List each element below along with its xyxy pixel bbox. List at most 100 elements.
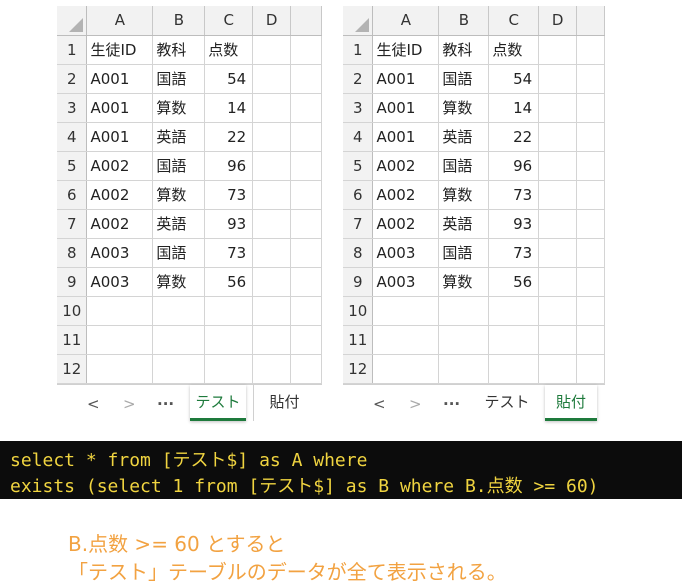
cell[interactable]: 国語 — [438, 238, 490, 268]
cell[interactable]: 56 — [204, 267, 254, 297]
cell[interactable] — [538, 209, 578, 239]
cell[interactable] — [576, 180, 605, 210]
cell[interactable]: A001 — [86, 64, 154, 94]
cell[interactable] — [538, 325, 578, 355]
column-header-d[interactable]: D — [252, 6, 292, 36]
cell[interactable] — [576, 151, 605, 181]
cell[interactable] — [252, 122, 292, 152]
cell[interactable]: 国語 — [152, 64, 206, 94]
cell[interactable]: 点数 — [488, 35, 540, 65]
cell[interactable] — [576, 296, 605, 326]
tab-test[interactable]: テスト — [190, 385, 246, 421]
row-header[interactable]: 4 — [343, 122, 374, 152]
cell[interactable]: 算数 — [438, 180, 490, 210]
row-header[interactable]: 9 — [57, 267, 88, 297]
column-header-a[interactable]: A — [86, 6, 154, 36]
scroll-left-arrow-icon[interactable]: < — [373, 395, 386, 413]
column-header-b[interactable]: B — [438, 6, 490, 36]
column-header-b[interactable]: B — [152, 6, 206, 36]
cell[interactable]: A002 — [372, 151, 440, 181]
row-header[interactable]: 7 — [57, 209, 88, 239]
column-header-c[interactable]: C — [488, 6, 540, 36]
cell[interactable]: 93 — [204, 209, 254, 239]
cell[interactable] — [372, 354, 440, 384]
cell[interactable] — [290, 209, 322, 239]
row-header[interactable]: 3 — [57, 93, 88, 123]
cell[interactable]: 点数 — [204, 35, 254, 65]
select-all-corner[interactable] — [343, 6, 374, 36]
cell[interactable]: 93 — [488, 209, 540, 239]
row-header[interactable]: 1 — [57, 35, 88, 65]
cell[interactable] — [576, 267, 605, 297]
cell[interactable] — [252, 209, 292, 239]
row-header[interactable]: 6 — [343, 180, 374, 210]
cell[interactable] — [204, 325, 254, 355]
cell[interactable]: 算数 — [152, 180, 206, 210]
tab-paste[interactable]: 貼付 — [545, 385, 597, 421]
cell[interactable] — [152, 325, 206, 355]
cell[interactable] — [538, 93, 578, 123]
cell[interactable] — [252, 180, 292, 210]
row-header[interactable]: 4 — [57, 122, 88, 152]
cell[interactable] — [576, 122, 605, 152]
cell[interactable]: 国語 — [152, 151, 206, 181]
cell[interactable]: 73 — [488, 180, 540, 210]
column-header-blank[interactable] — [290, 6, 322, 36]
cell[interactable] — [290, 296, 322, 326]
cell[interactable]: A002 — [86, 151, 154, 181]
cell[interactable] — [252, 267, 292, 297]
cell[interactable]: 算数 — [152, 93, 206, 123]
cell[interactable]: 算数 — [152, 267, 206, 297]
cell[interactable] — [538, 64, 578, 94]
cell[interactable] — [86, 296, 154, 326]
cell[interactable] — [290, 238, 322, 268]
cell[interactable] — [152, 354, 206, 384]
cell[interactable] — [252, 238, 292, 268]
row-header[interactable]: 11 — [57, 325, 88, 355]
cell[interactable] — [538, 267, 578, 297]
tab-paste[interactable]: 貼付 — [253, 385, 315, 421]
cell[interactable]: 22 — [204, 122, 254, 152]
cell[interactable]: 英語 — [438, 209, 490, 239]
cell[interactable] — [488, 325, 540, 355]
cell[interactable]: 生徒ID — [86, 35, 154, 65]
cell[interactable]: 英語 — [438, 122, 490, 152]
cell[interactable] — [290, 93, 322, 123]
cell[interactable]: 国語 — [438, 64, 490, 94]
cell[interactable]: A002 — [372, 209, 440, 239]
cell[interactable] — [438, 354, 490, 384]
select-all-corner[interactable] — [57, 6, 88, 36]
row-header[interactable]: 1 — [343, 35, 374, 65]
cell[interactable] — [290, 64, 322, 94]
cell[interactable] — [252, 35, 292, 65]
row-header[interactable]: 3 — [343, 93, 374, 123]
cell[interactable] — [576, 35, 605, 65]
cell[interactable]: 英語 — [152, 122, 206, 152]
cell[interactable] — [290, 325, 322, 355]
cell[interactable] — [538, 122, 578, 152]
cell[interactable] — [252, 325, 292, 355]
cell[interactable]: A001 — [372, 122, 440, 152]
cell[interactable] — [252, 151, 292, 181]
row-header[interactable]: 5 — [343, 151, 374, 181]
cell[interactable]: A001 — [372, 93, 440, 123]
tab-test[interactable]: テスト — [476, 385, 538, 421]
cell[interactable]: 56 — [488, 267, 540, 297]
cell[interactable] — [290, 354, 322, 384]
cell[interactable] — [538, 151, 578, 181]
cell[interactable]: A003 — [372, 267, 440, 297]
cell[interactable]: 教科 — [152, 35, 206, 65]
cell[interactable]: A003 — [372, 238, 440, 268]
row-header[interactable]: 2 — [57, 64, 88, 94]
cell[interactable]: A001 — [86, 93, 154, 123]
cell[interactable]: A003 — [86, 267, 154, 297]
cell[interactable] — [252, 64, 292, 94]
row-header[interactable]: 5 — [57, 151, 88, 181]
cell[interactable] — [538, 180, 578, 210]
row-header[interactable]: 12 — [57, 354, 88, 384]
row-header[interactable]: 10 — [57, 296, 88, 326]
cell[interactable] — [438, 296, 490, 326]
row-header[interactable]: 6 — [57, 180, 88, 210]
cell[interactable] — [252, 296, 292, 326]
cell[interactable] — [576, 325, 605, 355]
